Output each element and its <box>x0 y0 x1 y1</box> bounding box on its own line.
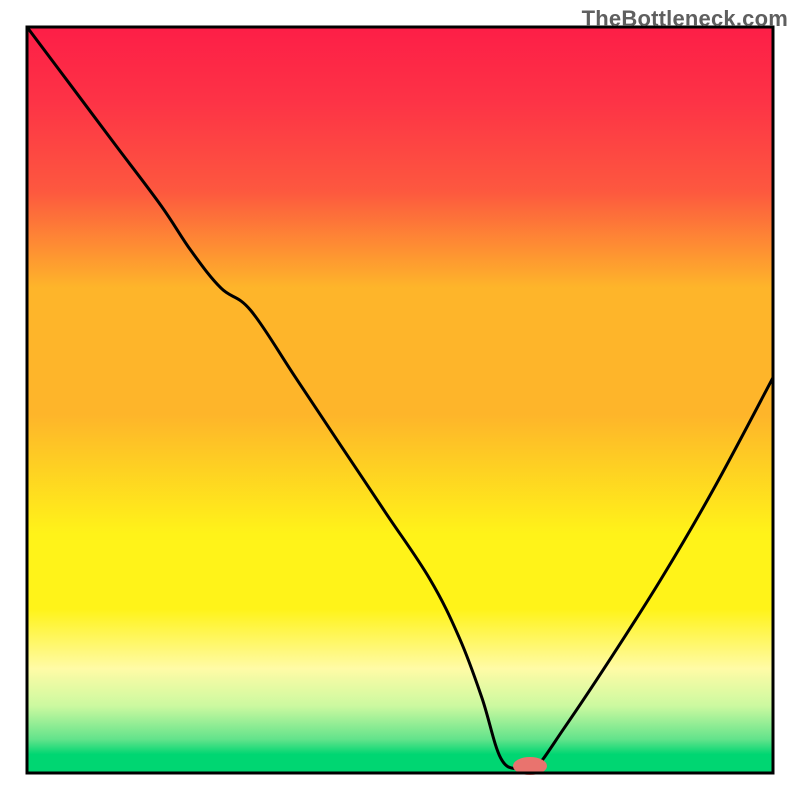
gradient-background <box>27 27 773 773</box>
bottleneck-plot <box>0 0 800 800</box>
chart-stage: TheBottleneck.com <box>0 0 800 800</box>
watermark-text: TheBottleneck.com <box>582 6 788 32</box>
